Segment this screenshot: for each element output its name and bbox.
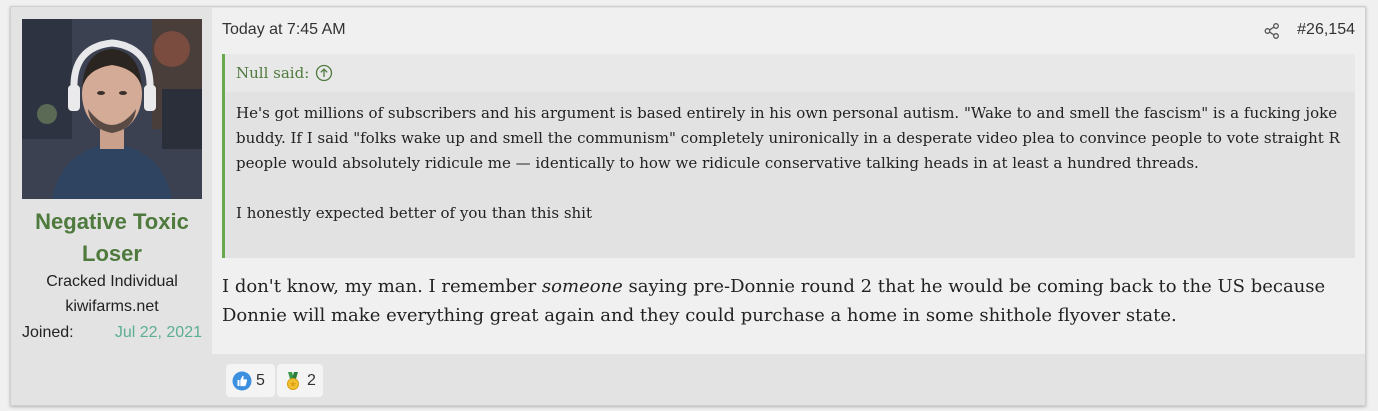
joined-label: Joined: [22, 324, 74, 341]
share-icon[interactable] [1263, 22, 1281, 40]
quote-header: Null said: [225, 54, 1355, 92]
quote-paragraph: He's got millions of subscribers and his… [236, 104, 1340, 172]
message-emphasis: someone [541, 276, 623, 297]
quote-body: He's got millions of subscribers and his… [225, 92, 1355, 226]
post-number[interactable]: #26,154 [1297, 21, 1355, 39]
post-message: I don't know, my man. I remember someone… [222, 272, 1355, 330]
post-main: Today at 7:45 AM #26,154 Null said: He's… [212, 8, 1365, 354]
reaction-like[interactable]: 5 [226, 364, 275, 397]
quote-author[interactable]: Null said: [236, 64, 309, 82]
post-footer: 5 2 [212, 354, 1365, 405]
reaction-count: 5 [256, 371, 265, 389]
jump-to-quote-icon[interactable] [315, 64, 333, 82]
medal-icon [283, 371, 303, 391]
reaction-count: 2 [307, 371, 316, 389]
thumbs-up-icon [232, 371, 252, 391]
forum-post: Negative Toxic Loser Cracked Individual … [10, 6, 1366, 406]
message-text: I don't know, my man. I remember [222, 276, 542, 297]
user-title: Cracked Individual [46, 273, 178, 290]
joined-date: Jul 22, 2021 [114, 324, 202, 341]
username[interactable]: Negative Toxic Loser [12, 206, 212, 270]
avatar[interactable] [22, 19, 202, 199]
quote-paragraph: I honestly expected better of you than t… [236, 204, 593, 222]
reaction-medal[interactable]: 2 [277, 364, 323, 397]
post-timestamp[interactable]: Today at 7:45 AM [222, 21, 346, 39]
user-site: kiwifarms.net [65, 298, 159, 315]
quote-block: Null said: He's got millions of subscrib… [222, 54, 1355, 258]
user-info-panel: Negative Toxic Loser Cracked Individual … [12, 8, 212, 354]
